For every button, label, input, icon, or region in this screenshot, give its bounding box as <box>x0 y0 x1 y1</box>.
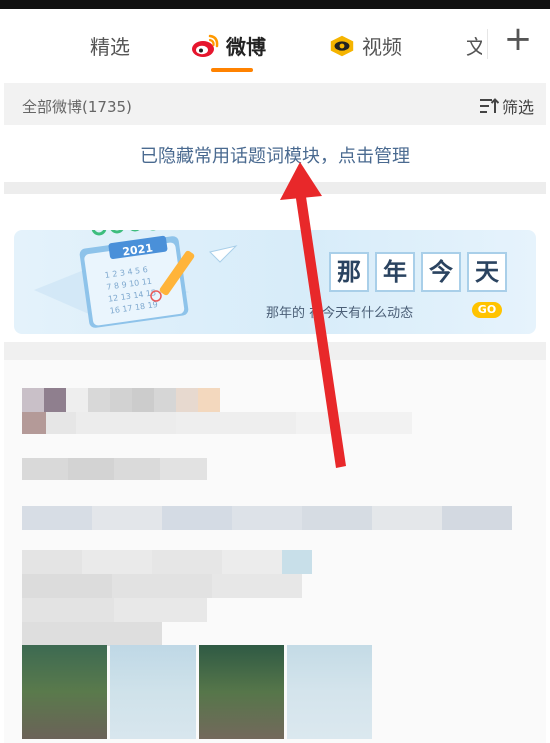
blurred-image[interactable] <box>22 645 108 739</box>
filter-label: 筛选 <box>501 98 534 117</box>
section-divider <box>4 182 546 194</box>
banner-title-char: 天 <box>467 252 507 292</box>
banner-go-button[interactable]: GO <box>472 302 502 318</box>
tab-video[interactable]: 视频 <box>328 31 402 60</box>
banner-subtitle: 那年的 在今天有什么动态 <box>266 306 414 321</box>
banner-title-char: 今 <box>421 252 461 292</box>
notice-text: 已隐藏常用话题词模块，点击管理 <box>140 146 410 167</box>
tab-featured[interactable]: 精选 <box>90 31 130 60</box>
blurred-text-line <box>22 458 207 480</box>
status-bar <box>0 0 550 9</box>
tab-divider <box>487 29 488 59</box>
feed-post-blurred[interactable] <box>4 360 546 743</box>
blurred-text-line <box>22 412 412 434</box>
banner-title-char: 那 <box>329 252 369 292</box>
on-this-day-banner[interactable]: 2021 1 2 3 4 5 6 7 8 9 10 11 12 13 14 15… <box>14 230 536 334</box>
tab-weibo[interactable]: 微博 <box>190 31 266 60</box>
tab-label: 视频 <box>362 35 402 59</box>
tab-label: 微博 <box>226 35 266 59</box>
blurred-text-line <box>22 550 312 574</box>
filter-icon <box>479 98 499 113</box>
weibo-logo-icon <box>192 34 219 57</box>
tab-label: 精选 <box>90 35 130 59</box>
blurred-image-grid[interactable] <box>22 645 372 739</box>
filter-button[interactable]: 筛选 <box>479 94 534 118</box>
blurred-text-line <box>22 598 207 622</box>
active-tab-indicator <box>211 68 253 72</box>
blurred-image[interactable] <box>198 645 284 739</box>
blurred-image[interactable] <box>286 645 372 739</box>
weibo-count-label: 全部微博(1735) <box>22 98 132 116</box>
blurred-text-line <box>22 574 302 598</box>
video-eye-icon <box>330 35 354 56</box>
tab-label: 文 <box>466 35 482 59</box>
calendar-illustration-icon: 2021 1 2 3 4 5 6 7 8 9 10 11 12 13 14 15… <box>34 230 238 328</box>
blurred-image[interactable] <box>110 645 196 739</box>
blurred-text-line <box>22 506 512 530</box>
add-tab-button[interactable]: + <box>498 19 538 59</box>
hidden-topics-notice[interactable]: 已隐藏常用话题词模块，点击管理 <box>4 125 546 182</box>
banner-title-char: 年 <box>375 252 415 292</box>
filter-bar: 全部微博(1735) 筛选 <box>4 83 546 125</box>
tab-article[interactable]: 文 <box>466 31 482 60</box>
section-divider <box>4 342 546 360</box>
blurred-text-line <box>22 388 232 412</box>
blurred-text-line <box>22 622 162 646</box>
banner-title: 那 年 今 天 <box>329 252 507 292</box>
top-tab-bar: 精选 微博 视频 文 + <box>0 9 550 81</box>
